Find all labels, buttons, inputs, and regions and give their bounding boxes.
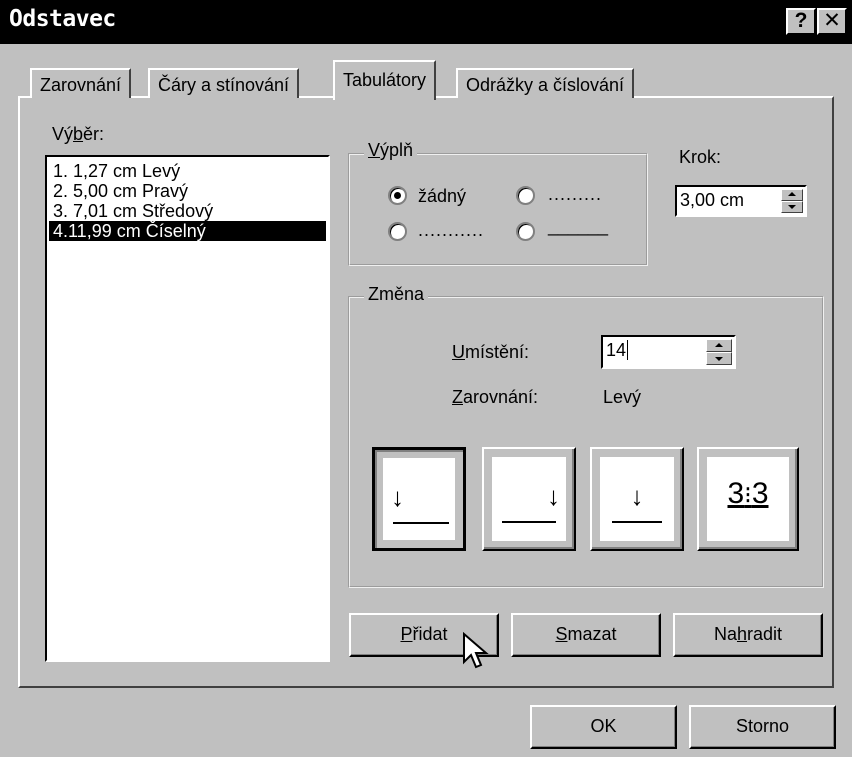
tab-arrow-glyph: ↓ [391,482,404,512]
arrow-down-icon [788,205,796,209]
step-value: 3,00 cm [680,190,745,210]
center-tab-button[interactable]: ↓ [590,447,684,551]
arrow-up-icon [788,192,796,196]
cancel-button[interactable]: Storno [689,705,836,749]
decimal-glyph: 3⁝3 [727,477,769,510]
list-item-selected[interactable]: 4.11,99 cm Číselný [49,221,326,241]
alignment-label: Zarovnání: [452,387,539,407]
tab-stops-list[interactable]: 1. 1,27 cm Levý 2. 5,00 cm Pravý 3. 7,01… [45,155,330,662]
step-up-button[interactable] [781,189,803,201]
close-button[interactable]: ✕ [817,8,847,35]
center-tab-icon: ↓ [600,457,674,541]
step-down-button[interactable] [781,201,803,213]
list-item[interactable]: 3. 7,01 cm Středový [49,201,326,221]
selection-label: Výběr: [52,124,105,144]
list-item[interactable]: 2. 5,00 cm Pravý [49,181,326,201]
fill-group [348,153,648,266]
mouse-pointer-icon [463,632,489,669]
fill-dots-label: ......... [548,184,603,204]
fill-dots-radio[interactable] [516,186,535,205]
position-label: Umístění: [452,342,530,362]
help-button[interactable]: ? [786,8,816,35]
tab-underline [502,521,556,523]
replace-button[interactable]: Nahradit [673,613,823,657]
right-tab-button[interactable]: ↓ [482,447,576,551]
fill-none-radio[interactable] [388,186,407,205]
tab-cary-a-stinovani[interactable]: Čáry a stínování [148,68,300,98]
tab-arrow-glyph: ↓ [630,481,644,511]
close-icon: ✕ [823,9,841,32]
text-cursor [627,340,629,360]
fill-legend: Výplň [364,140,418,161]
radio-dot [394,192,401,199]
tab-zarovnani[interactable]: Zarovnání [30,68,132,98]
tab-arrow-glyph: ↓ [547,481,560,511]
ok-button[interactable]: OK [530,705,677,749]
fill-dots2-radio[interactable] [388,222,407,241]
decimal-tab-button[interactable]: 3⁝3 [697,447,799,551]
position-down-button[interactable] [706,352,732,365]
position-up-button[interactable] [706,339,732,352]
tab-tabulatory[interactable]: Tabulátory [333,60,437,100]
tab-underline [612,521,662,523]
tab-odrazky-a-cislovani[interactable]: Odrážky a číslování [456,68,635,98]
list-item[interactable]: 1. 1,27 cm Levý [49,161,326,181]
arrow-up-icon [715,342,723,347]
left-tab-button[interactable]: ↓ [372,447,466,551]
fill-line-label: ______ [548,216,609,236]
fill-line-radio[interactable] [516,222,535,241]
position-spinner[interactable] [706,339,732,365]
right-tab-icon: ↓ [492,457,566,541]
tab-underline [393,522,449,524]
left-tab-icon: ↓ [383,458,455,540]
fill-dots2-label: ........... [418,220,485,240]
delete-button[interactable]: Smazat [511,613,661,657]
change-legend: Změna [364,284,429,305]
step-spinner[interactable] [781,189,803,213]
decimal-tab-icon: 3⁝3 [707,457,789,541]
window-title: Odstavec [9,6,116,32]
position-value: 14 [606,340,627,360]
step-label: Krok: [679,147,722,167]
title-bar [0,0,852,44]
alignment-value: Levý [603,387,642,407]
arrow-down-icon [715,356,723,361]
fill-none-label: žádný [418,186,467,206]
